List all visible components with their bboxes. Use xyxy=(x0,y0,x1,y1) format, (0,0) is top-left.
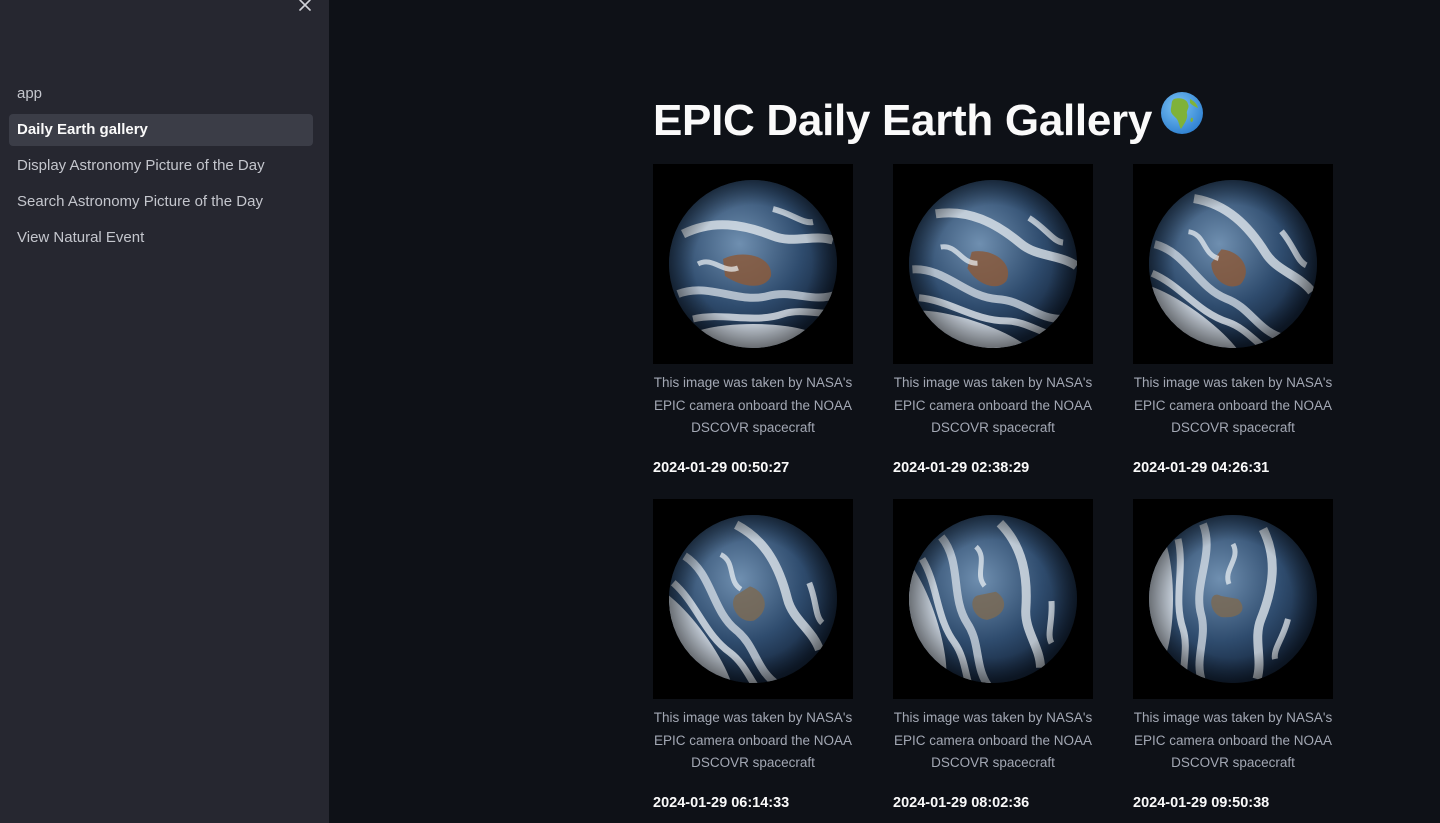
earth-image xyxy=(1133,164,1333,364)
main-content: EPIC Daily Earth Gallery This image was … xyxy=(329,0,1440,823)
gallery-card: This image was taken by NASA's EPIC came… xyxy=(653,499,853,811)
earth-image xyxy=(893,499,1093,699)
image-caption: This image was taken by NASA's EPIC came… xyxy=(893,710,1093,770)
image-timestamp: 2024-01-29 06:14:33 xyxy=(653,795,790,811)
app-root: app Daily Earth gallery Display Astronom… xyxy=(0,0,1440,823)
gallery-card: This image was taken by NASA's EPIC came… xyxy=(1133,164,1333,476)
image-caption: This image was taken by NASA's EPIC came… xyxy=(893,375,1093,435)
gallery-card: This image was taken by NASA's EPIC came… xyxy=(1133,499,1333,811)
gallery-card: This image was taken by NASA's EPIC came… xyxy=(893,499,1093,811)
sidebar-item-display-apod[interactable]: Display Astronomy Picture of the Day xyxy=(9,150,313,182)
globe-africa-icon xyxy=(1160,91,1204,148)
earth-image xyxy=(893,164,1093,364)
image-caption: This image was taken by NASA's EPIC came… xyxy=(1133,375,1333,435)
close-icon[interactable] xyxy=(296,0,314,14)
page-title-text: EPIC Daily Earth Gallery xyxy=(653,96,1153,145)
image-caption: This image was taken by NASA's EPIC came… xyxy=(653,710,853,770)
sidebar-item-app[interactable]: app xyxy=(9,78,313,110)
gallery-card: This image was taken by NASA's EPIC came… xyxy=(653,164,853,476)
sidebar-item-view-natural-event[interactable]: View Natural Event xyxy=(9,222,313,254)
image-timestamp: 2024-01-29 08:02:36 xyxy=(893,795,1030,811)
sidebar-item-daily-earth-gallery[interactable]: Daily Earth gallery xyxy=(9,114,313,146)
image-caption: This image was taken by NASA's EPIC came… xyxy=(1133,710,1333,770)
earth-image xyxy=(653,499,853,699)
page-title: EPIC Daily Earth Gallery xyxy=(653,91,1204,148)
sidebar: app Daily Earth gallery Display Astronom… xyxy=(0,0,329,823)
image-caption: This image was taken by NASA's EPIC came… xyxy=(653,375,853,435)
image-timestamp: 2024-01-29 04:26:31 xyxy=(1133,460,1270,476)
image-timestamp: 2024-01-29 02:38:29 xyxy=(893,460,1030,476)
sidebar-item-search-apod[interactable]: Search Astronomy Picture of the Day xyxy=(9,186,313,218)
gallery-card: This image was taken by NASA's EPIC came… xyxy=(893,164,1093,476)
earth-image xyxy=(653,164,853,364)
earth-image xyxy=(1133,499,1333,699)
image-timestamp: 2024-01-29 09:50:38 xyxy=(1133,795,1270,811)
image-timestamp: 2024-01-29 00:50:27 xyxy=(653,460,790,476)
sidebar-nav: app Daily Earth gallery Display Astronom… xyxy=(9,78,313,258)
